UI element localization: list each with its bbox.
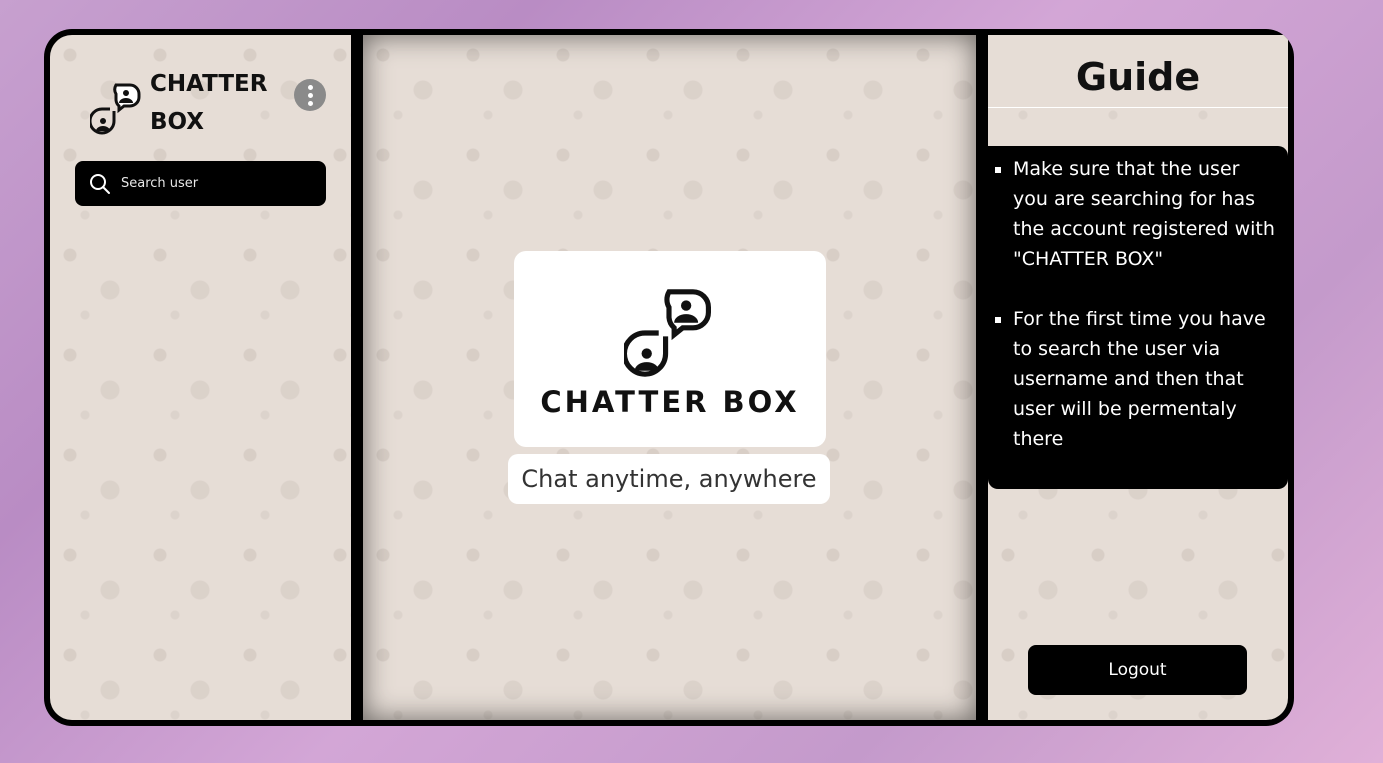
- logout-button[interactable]: Logout: [1028, 645, 1247, 695]
- guide-title: Guide: [1075, 55, 1201, 99]
- guide-list: Make sure that the user you are searchin…: [988, 146, 1288, 489]
- sidebar: CHATTER BOX: [50, 35, 351, 720]
- guide-panel: Guide Make sure that the user you are se…: [988, 35, 1288, 720]
- menu-dot: [307, 100, 313, 106]
- tagline: Chat anytime, anywhere: [508, 454, 830, 504]
- kebab-menu-icon[interactable]: [294, 79, 326, 111]
- logo-card: CHATTER BOX: [514, 251, 826, 447]
- search-bar[interactable]: [75, 161, 326, 206]
- guide-item: Make sure that the user you are searchin…: [1013, 154, 1278, 274]
- chatter-box-logo-icon: [624, 289, 711, 377]
- brand-name: CHATTER BOX: [150, 71, 268, 135]
- logo-text: CHATTER BOX: [540, 385, 800, 419]
- app-frame: CHATTER BOX CHATTER BOX: [44, 29, 1294, 726]
- guide-header: Guide: [988, 35, 1288, 108]
- chatter-box-logo-icon: [90, 83, 141, 135]
- guide-item: For the first time you have to search th…: [1013, 304, 1278, 454]
- chat-area: CHATTER BOX Chat anytime, anywhere: [363, 35, 976, 720]
- menu-dot: [307, 84, 313, 90]
- search-icon: [90, 173, 110, 194]
- search-input[interactable]: [121, 176, 311, 191]
- menu-dot: [307, 92, 313, 98]
